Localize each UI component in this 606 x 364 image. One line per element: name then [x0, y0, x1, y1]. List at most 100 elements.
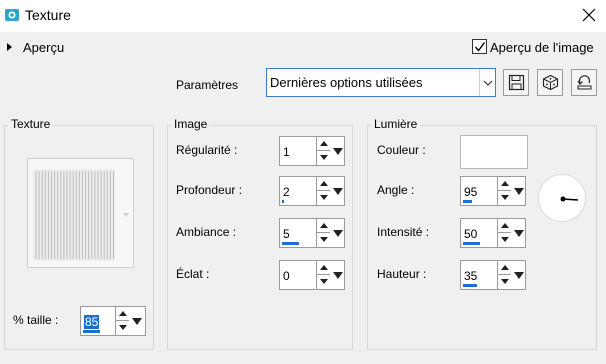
stepper[interactable]: 95 — [460, 176, 526, 206]
triangle-down-icon — [132, 318, 142, 325]
dropdown-arrow[interactable] — [479, 69, 495, 96]
arrow-down-icon — [501, 237, 509, 242]
increment-button[interactable] — [317, 137, 330, 151]
slider-dropdown-button[interactable] — [512, 261, 526, 289]
preset-dropdown[interactable]: Dernières options utilisées — [266, 68, 496, 97]
reset-icon — [577, 75, 592, 90]
checkmark-icon — [474, 42, 486, 52]
slider-dropdown-button[interactable] — [331, 261, 345, 289]
stepper[interactable]: 0 — [279, 260, 345, 290]
image-field-label: Régularité : — [176, 143, 238, 157]
triangle-down-icon — [514, 272, 524, 279]
increment-button[interactable] — [317, 219, 330, 233]
texture-preview[interactable] — [27, 158, 134, 268]
params-label: Paramètres — [176, 78, 239, 92]
arrow-up-icon — [320, 265, 328, 270]
decrement-button[interactable] — [317, 233, 330, 247]
texture-group-title: Texture — [8, 117, 54, 131]
angle-dial[interactable] — [538, 174, 586, 222]
increment-button[interactable] — [317, 177, 330, 191]
preview-image-label[interactable]: Aperçu de l'image — [490, 40, 594, 55]
close-icon[interactable] — [579, 5, 599, 25]
expand-arrow-icon[interactable] — [7, 43, 12, 51]
light-field-label: Hauteur : — [377, 267, 427, 281]
stepper[interactable]: 35 — [460, 260, 526, 290]
size-stepper[interactable]: 85 — [80, 306, 146, 336]
image-group-title: Image — [171, 117, 211, 131]
stepper-value[interactable]: 1 — [283, 145, 290, 159]
preview-section-label[interactable]: Aperçu — [23, 40, 64, 55]
arrow-down-icon — [119, 325, 127, 330]
decrement-button[interactable] — [498, 275, 511, 289]
color-label: Couleur : — [377, 143, 426, 157]
increment-button[interactable] — [498, 219, 511, 233]
light-group-title: Lumière — [371, 117, 421, 131]
decrement-button[interactable] — [116, 321, 129, 335]
increment-button[interactable] — [317, 261, 330, 275]
level-bar — [282, 242, 299, 245]
triangle-down-icon — [514, 230, 524, 237]
decrement-button[interactable] — [317, 275, 330, 289]
stepper[interactable]: 50 — [460, 218, 526, 248]
stepper-value[interactable]: 5 — [283, 227, 290, 241]
arrow-down-icon — [320, 195, 328, 200]
arrow-up-icon — [119, 311, 127, 316]
arrow-up-icon — [501, 181, 509, 186]
arrow-down-icon — [501, 195, 509, 200]
image-field-label: Éclat : — [176, 267, 210, 281]
texture-pattern — [33, 169, 129, 261]
slider-dropdown-button[interactable] — [331, 137, 345, 165]
arrow-down-icon — [320, 155, 328, 160]
slider-dropdown-button[interactable] — [331, 177, 345, 205]
slider-dropdown-button[interactable] — [331, 219, 345, 247]
arrow-up-icon — [320, 181, 328, 186]
level-bar — [463, 242, 480, 245]
decrement-button[interactable] — [317, 151, 330, 165]
size-level-bar — [83, 330, 100, 333]
reset-button[interactable] — [571, 69, 597, 96]
image-field-label: Profondeur : — [176, 183, 243, 197]
stepper-value[interactable]: 95 — [464, 185, 477, 199]
increment-button[interactable] — [498, 261, 511, 275]
size-value[interactable]: 85 — [84, 315, 100, 329]
window-title: Texture — [25, 7, 71, 23]
light-color-swatch[interactable] — [460, 135, 528, 169]
stepper[interactable]: 1 — [279, 136, 345, 166]
triangle-down-icon — [333, 188, 343, 195]
random-button[interactable] — [537, 69, 563, 96]
slider-dropdown-button[interactable] — [512, 177, 526, 205]
level-bar — [282, 200, 284, 203]
level-bar — [463, 200, 472, 203]
stepper-value[interactable]: 50 — [464, 227, 477, 241]
arrow-down-icon — [501, 279, 509, 284]
triangle-down-icon — [333, 230, 343, 237]
slider-dropdown-button[interactable] — [512, 219, 526, 247]
level-bar — [463, 284, 477, 287]
stepper-value[interactable]: 2 — [283, 185, 290, 199]
image-field-label: Ambiance : — [176, 225, 237, 239]
arrow-up-icon — [320, 223, 328, 228]
size-label: % taille : — [13, 313, 59, 327]
stepper[interactable]: 5 — [279, 218, 345, 248]
preview-image-checkbox[interactable] — [472, 39, 487, 54]
title-bar: Texture — [0, 0, 606, 32]
decrement-button[interactable] — [498, 191, 511, 205]
save-preset-button[interactable] — [503, 69, 529, 96]
arrow-up-icon — [501, 223, 509, 228]
triangle-down-icon — [333, 272, 343, 279]
decrement-button[interactable] — [317, 191, 330, 205]
arrow-down-icon — [320, 237, 328, 242]
preset-value: Dernières options utilisées — [270, 75, 423, 90]
stepper-value[interactable]: 0 — [283, 269, 290, 283]
stepper-value[interactable]: 35 — [464, 269, 477, 283]
light-field-label: Angle : — [377, 183, 415, 197]
triangle-down-icon — [514, 188, 524, 195]
increment-button[interactable] — [498, 177, 511, 191]
paint-app-icon — [5, 9, 19, 21]
arrow-up-icon — [501, 265, 509, 270]
slider-dropdown-button[interactable] — [130, 307, 144, 335]
stepper[interactable]: 2 — [279, 176, 345, 206]
decrement-button[interactable] — [498, 233, 511, 247]
increment-button[interactable] — [116, 307, 129, 321]
save-icon — [508, 74, 525, 91]
